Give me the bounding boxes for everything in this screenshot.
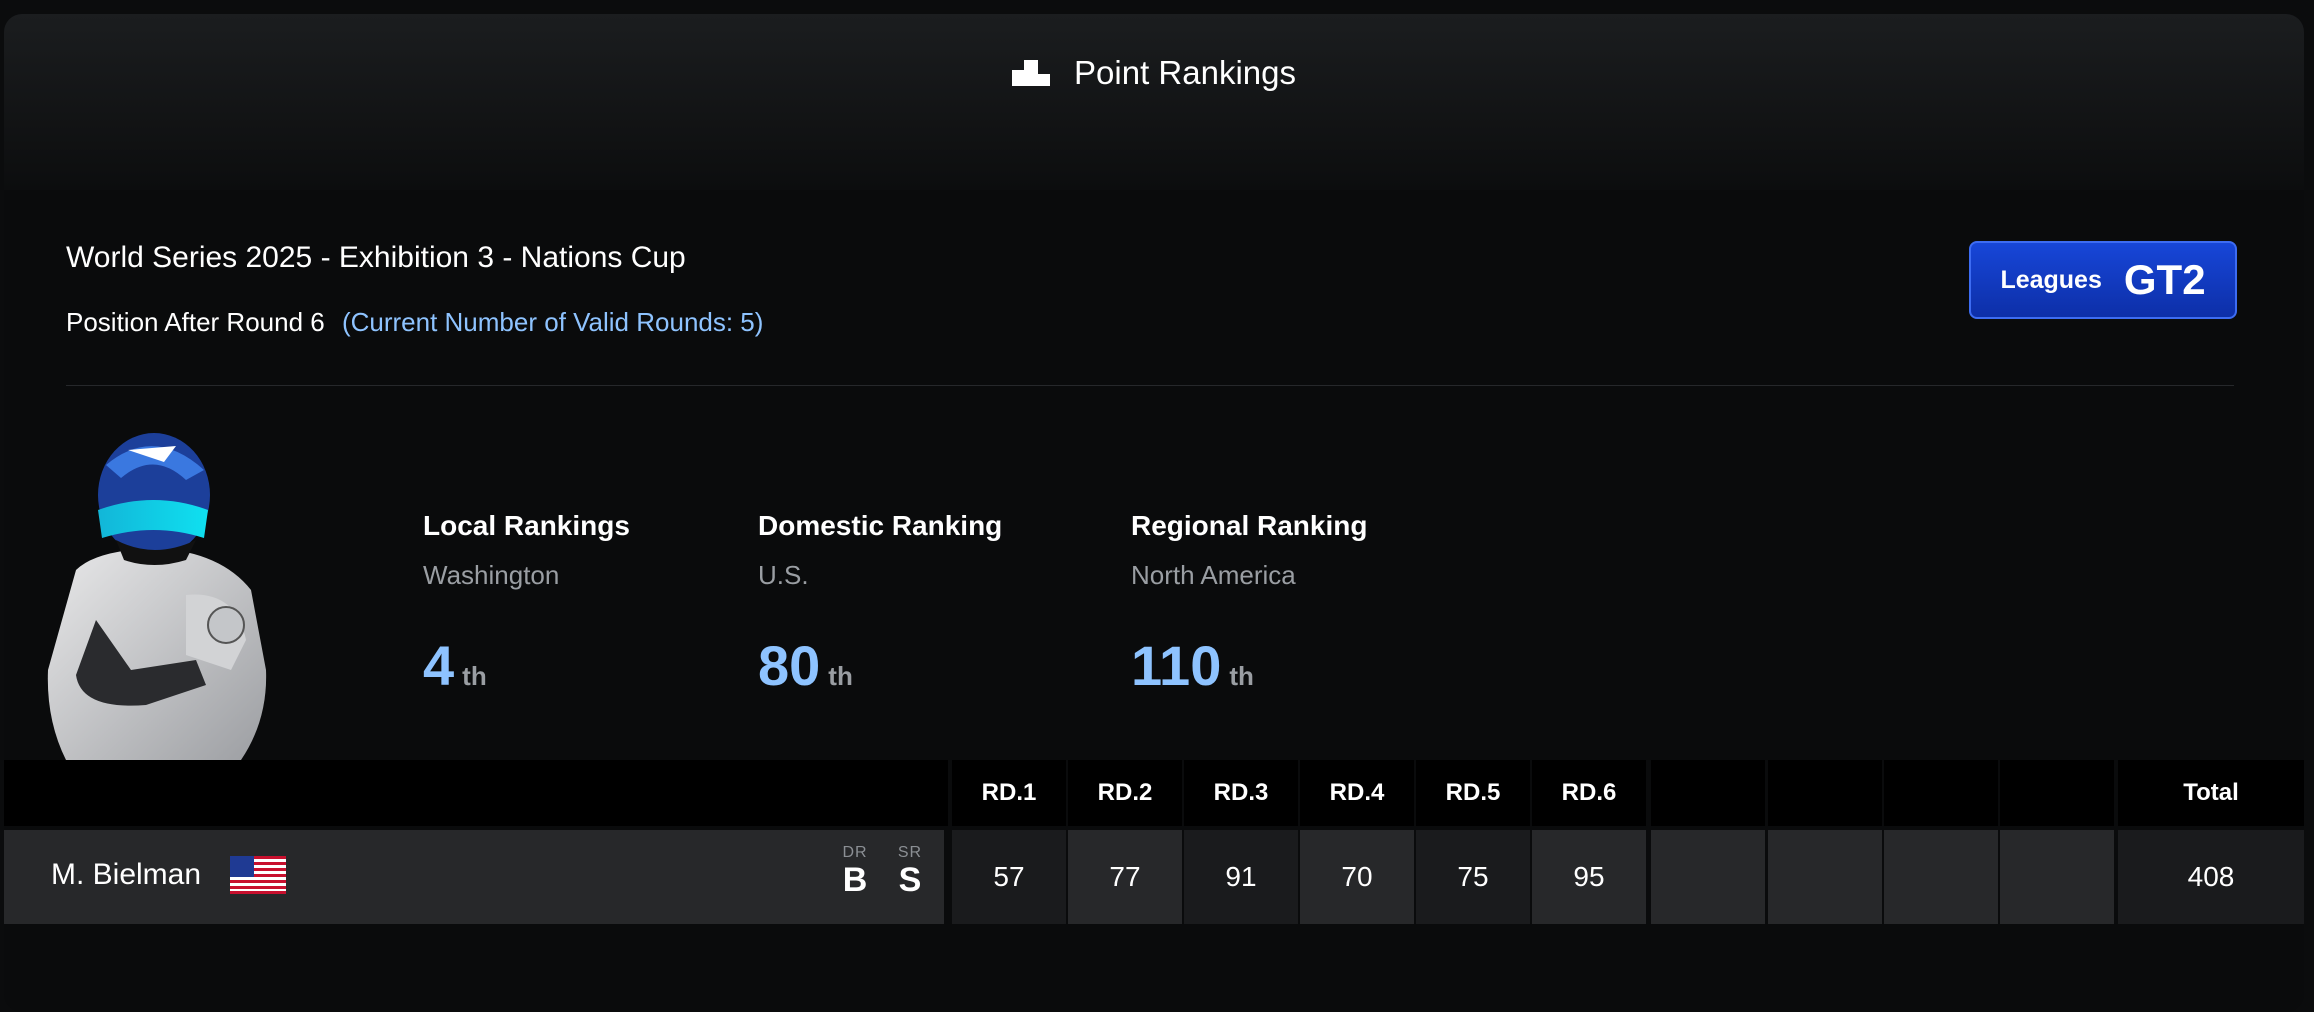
round-9-points bbox=[1884, 830, 1998, 924]
dr-label: DR bbox=[842, 844, 868, 861]
round-status: Position After Round 6 (Current Number o… bbox=[66, 307, 763, 338]
header-round-9 bbox=[1884, 760, 1998, 826]
ranking-suffix: th bbox=[828, 661, 853, 691]
ranking-region: U.S. bbox=[758, 560, 809, 590]
round-3-points: 91 bbox=[1184, 830, 1298, 924]
page-title: Point Rankings bbox=[1074, 54, 1296, 91]
total-points: 408 bbox=[2118, 830, 2304, 924]
driver-name: M. Bielman bbox=[51, 858, 202, 891]
dr-value: B bbox=[842, 861, 868, 899]
ranking-title: Local Rankings bbox=[423, 510, 630, 541]
driver-avatar bbox=[47, 433, 267, 760]
round-6-points: 95 bbox=[1532, 830, 1646, 924]
driver-name-cell: M. Bielman DR B SR S bbox=[4, 830, 944, 924]
event-title: World Series 2025 - Exhibition 3 - Natio… bbox=[66, 241, 686, 274]
round-4-points: 70 bbox=[1300, 830, 1414, 924]
ranking-number: 110 bbox=[1131, 634, 1222, 697]
round-2-points: 77 bbox=[1068, 830, 1182, 924]
header-round-1: RD.1 bbox=[952, 760, 1066, 826]
ranking-position: 110th bbox=[1131, 633, 1367, 698]
league-label: Leagues bbox=[2000, 265, 2102, 294]
us-flag-icon bbox=[230, 856, 286, 894]
ranking-position: 4th bbox=[423, 633, 630, 698]
ranking-number: 80 bbox=[758, 634, 821, 697]
podium-icon bbox=[1012, 60, 1051, 86]
header-round-10 bbox=[2000, 760, 2114, 826]
valid-rounds-note: (Current Number of Valid Rounds: 5) bbox=[341, 307, 764, 337]
divider bbox=[66, 385, 2234, 386]
ranking-title: Domestic Ranking bbox=[758, 510, 1003, 541]
ranking-title: Regional Ranking bbox=[1131, 510, 1368, 541]
ranking-region: North America bbox=[1131, 560, 1296, 590]
header-round-3: RD.3 bbox=[1184, 760, 1298, 826]
ranking-position: 80th bbox=[758, 633, 1002, 698]
header-driver-cell bbox=[4, 760, 948, 826]
regional-ranking: Regional Ranking North America 110th bbox=[1131, 510, 1367, 698]
league-badge: Leagues GT2 bbox=[1969, 241, 2237, 319]
round-1-points: 57 bbox=[952, 830, 1066, 924]
ranking-suffix: th bbox=[462, 661, 487, 691]
round-5-points: 75 bbox=[1416, 830, 1530, 924]
sportsmanship-rating: SR S bbox=[892, 844, 928, 898]
local-ranking: Local Rankings Washington 4th bbox=[423, 510, 630, 698]
header-round-7 bbox=[1651, 760, 1765, 826]
header-total: Total bbox=[2118, 760, 2304, 826]
panel-header: Point Rankings bbox=[4, 14, 2304, 190]
header-round-8 bbox=[1768, 760, 1882, 826]
ranking-region: Washington bbox=[423, 560, 560, 590]
position-after-round: Position After Round 6 bbox=[66, 307, 325, 337]
header-round-6: RD.6 bbox=[1532, 760, 1646, 826]
header-round-4: RD.4 bbox=[1300, 760, 1414, 826]
round-10-points bbox=[2000, 830, 2114, 924]
domestic-ranking: Domestic Ranking U.S. 80th bbox=[758, 510, 1002, 698]
ranking-number: 4 bbox=[423, 634, 455, 697]
round-7-points bbox=[1651, 830, 1765, 924]
header-round-5: RD.5 bbox=[1416, 760, 1530, 826]
sr-value: S bbox=[898, 861, 922, 899]
round-8-points bbox=[1768, 830, 1882, 924]
ranking-suffix: th bbox=[1229, 661, 1254, 691]
sr-label: SR bbox=[897, 844, 923, 861]
driver-rating: DR B bbox=[837, 844, 873, 898]
header-round-2: RD.2 bbox=[1068, 760, 1182, 826]
header-title: Point Rankings bbox=[4, 54, 2304, 92]
league-value: GT2 bbox=[2123, 256, 2206, 303]
